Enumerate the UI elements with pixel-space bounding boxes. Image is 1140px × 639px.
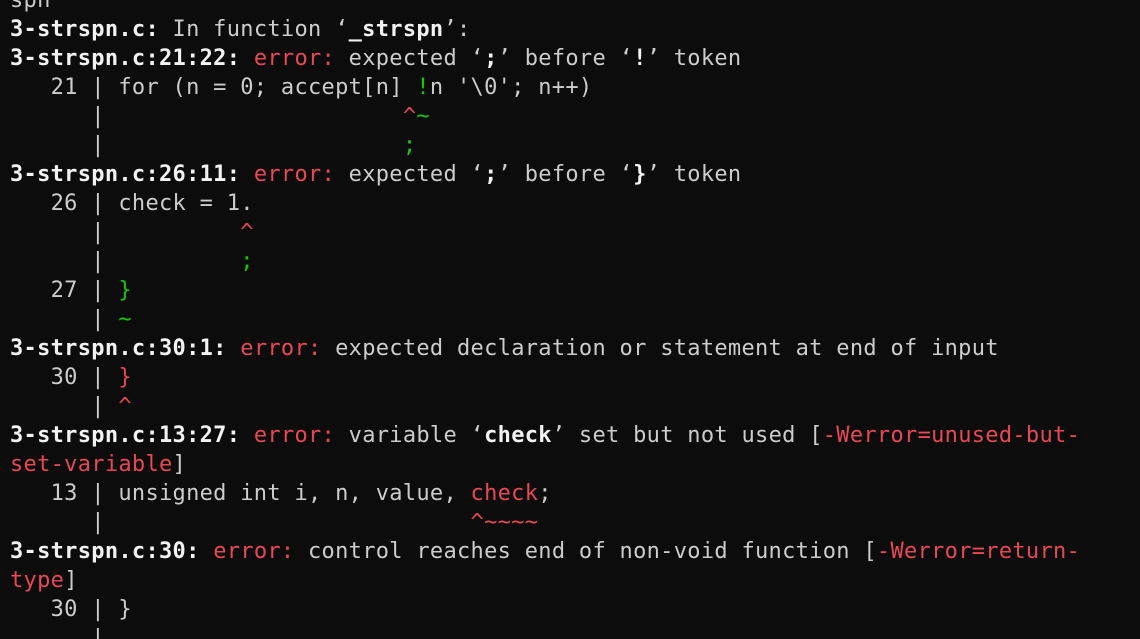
terminal-text-segment: |: [10, 133, 403, 158]
terminal-text-segment: |: [10, 394, 119, 419]
terminal-text-segment: ’ token: [646, 46, 742, 71]
terminal-line: type]: [10, 566, 1080, 595]
terminal-text-segment: |: [10, 626, 105, 639]
terminal-text-segment: ^: [240, 220, 254, 245]
terminal-text-segment: 27 |: [10, 278, 119, 303]
terminal-line: 26 | check = 1.: [10, 189, 1080, 218]
terminal-text-segment: 3-strspn.c:30:: [10, 539, 200, 564]
terminal-text-segment: ;: [484, 162, 498, 187]
terminal-text-segment: -Werror=return-: [876, 539, 1081, 564]
terminal-line: set-variable]: [10, 450, 1080, 479]
terminal-text-segment: error:: [253, 162, 336, 187]
terminal-text-segment: n '\0'; n++): [429, 75, 593, 100]
terminal-line: | ^~: [10, 102, 1080, 131]
terminal-text-segment: 30 | }: [10, 597, 132, 622]
terminal-text-segment: 30 |: [10, 365, 119, 390]
terminal-text-segment: type: [10, 568, 65, 593]
terminal-text-segment: expected ‘: [335, 46, 485, 71]
terminal-text-segment: check: [484, 423, 552, 448]
terminal-text-segment: ;: [484, 46, 498, 71]
terminal-line: spn: [10, 0, 1080, 15]
terminal-text-segment: ~: [118, 307, 132, 332]
terminal-line: 3-strspn.c:13:27: error: variable ‘check…: [10, 421, 1080, 450]
terminal-text-segment: ’ before ‘: [497, 46, 634, 71]
terminal-text-segment: ]: [172, 452, 187, 477]
terminal-line: 30 | }: [10, 363, 1080, 392]
terminal-text-segment: ^: [118, 394, 132, 419]
terminal-text-segment: ]: [64, 568, 78, 593]
terminal-text-segment: 3-strspn.c:: [10, 17, 159, 42]
terminal-text-segment: ;: [538, 481, 552, 506]
terminal-text-segment: -Werror=unused-but-: [822, 423, 1081, 448]
terminal-scrollbar[interactable]: [1134, 0, 1140, 639]
terminal-line: 21 | for (n = 0; accept[n] !n '\0'; n++): [10, 73, 1080, 102]
terminal-text-segment: ;: [402, 133, 417, 158]
terminal-line: | ^: [10, 218, 1080, 247]
terminal-line: 13 | unsigned int i, n, value, check;: [10, 479, 1080, 508]
terminal-text-segment: |: [10, 220, 241, 245]
terminal-text-segment: ’ token: [646, 162, 742, 187]
terminal-text-segment: }: [633, 162, 647, 187]
terminal-text-segment: _strspn: [348, 17, 444, 42]
terminal-text-segment: ^~~~~: [470, 510, 539, 535]
terminal-text-segment: expected declaration or statement at end…: [321, 336, 999, 361]
terminal-text-segment: error:: [253, 423, 336, 448]
terminal-text-segment: |: [10, 249, 241, 274]
terminal-text-segment: 21 | for (n = 0; accept[n]: [10, 75, 417, 100]
terminal-text-segment: }: [118, 278, 132, 303]
terminal-line: | ^: [10, 392, 1080, 421]
terminal-text-segment: 13 | unsigned int i, n, value,: [10, 481, 471, 506]
terminal-text-segment: error:: [213, 539, 295, 564]
terminal-text-segment: !: [416, 75, 430, 100]
terminal-text-segment: ^: [402, 104, 417, 129]
terminal-text-segment: |: [10, 307, 119, 332]
terminal-text-segment: check: [470, 481, 539, 506]
terminal-text-segment: error:: [240, 336, 322, 361]
terminal-text-segment: 3-strspn.c:30:1:: [10, 336, 227, 361]
terminal-line: 3-strspn.c:30:1: error: expected declara…: [10, 334, 1080, 363]
terminal-line: 30 | }: [10, 595, 1080, 624]
terminal-line: |: [10, 624, 1080, 639]
terminal-text-segment: expected ‘: [335, 162, 485, 187]
terminal-text-segment: 3-strspn.c:13:27:: [10, 423, 241, 448]
terminal-window[interactable]: spn 3-strspn.c: In function ‘_strspn’: 3-s…: [0, 0, 1140, 639]
terminal-text-segment: ’:: [443, 17, 471, 42]
terminal-text-segment: ’ set but not used [: [551, 423, 823, 448]
terminal-line: 3-strspn.c: In function ‘_strspn’:: [10, 15, 1080, 44]
terminal-text-segment: |: [10, 104, 403, 129]
terminal-text-segment: !: [633, 46, 647, 71]
terminal-text-segment: ’ before ‘: [497, 162, 634, 187]
terminal-line: 3-strspn.c:21:22: error: expected ‘;’ be…: [10, 44, 1080, 73]
terminal-line: 3-strspn.c:26:11: error: expected ‘;’ be…: [10, 160, 1080, 189]
terminal-text-segment: 3-strspn.c:26:11:: [10, 162, 241, 187]
terminal-output: spn 3-strspn.c: In function ‘_strspn’: 3-s…: [10, 0, 1080, 639]
terminal-line: | ^~~~~: [10, 508, 1080, 537]
terminal-line: | ~: [10, 305, 1080, 334]
terminal-text-segment: |: [10, 510, 471, 535]
terminal-text-segment: 3-strspn.c:21:22:: [10, 46, 241, 71]
terminal-line: | ;: [10, 131, 1080, 160]
terminal-line: 3-strspn.c:30: error: control reaches en…: [10, 537, 1080, 566]
terminal-text-segment: 26 | check = 1.: [10, 191, 254, 216]
terminal-text-segment: }: [118, 365, 132, 390]
terminal-line: 27 | }: [10, 276, 1080, 305]
terminal-text-segment: set-variable: [10, 452, 173, 477]
terminal-text-segment: ~: [416, 104, 430, 129]
terminal-text-segment: variable ‘: [335, 423, 485, 448]
terminal-text-segment: In function ‘: [159, 17, 349, 42]
terminal-line: | ;: [10, 247, 1080, 276]
terminal-text-segment: error:: [253, 46, 336, 71]
terminal-text-segment: spn: [10, 0, 51, 13]
terminal-text-segment: control reaches end of non-void function…: [294, 539, 877, 564]
terminal-text-segment: ;: [240, 249, 254, 274]
